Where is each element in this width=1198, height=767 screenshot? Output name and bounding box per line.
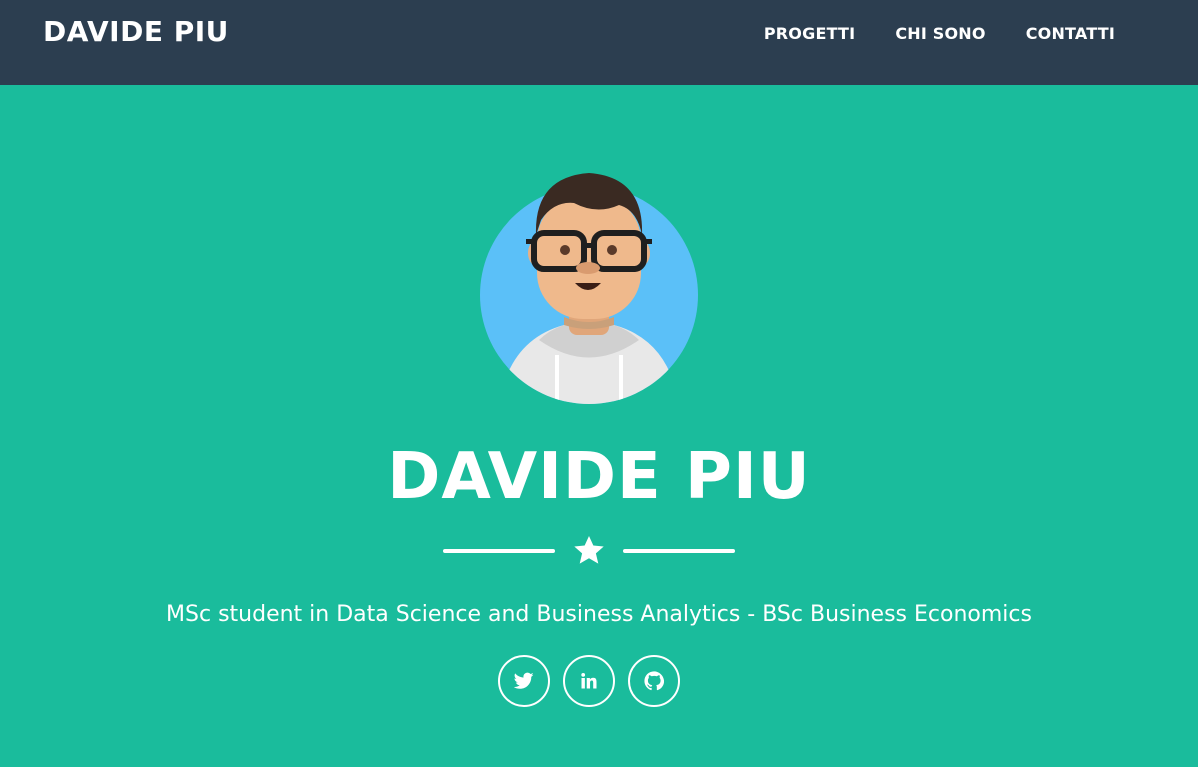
star-icon xyxy=(574,536,604,564)
nav-links: PROGETTI CHI SONO CONTATTI xyxy=(764,24,1115,43)
linkedin-icon xyxy=(581,672,597,689)
social-links xyxy=(498,655,680,707)
divider xyxy=(443,533,735,569)
nav-link-contatti[interactable]: CONTATTI xyxy=(1026,24,1115,43)
github-button[interactable] xyxy=(628,655,680,707)
navbar: DAVIDE PIU PROGETTI CHI SONO CONTATTI xyxy=(0,0,1198,85)
hero-title: DAVIDE PIU xyxy=(387,440,811,514)
avatar xyxy=(479,165,699,405)
twitter-icon xyxy=(514,672,534,689)
hero-subtitle: MSc student in Data Science and Business… xyxy=(166,602,1032,627)
nav-link-chi-sono[interactable]: CHI SONO xyxy=(895,24,985,43)
nav-link-progetti[interactable]: PROGETTI xyxy=(764,24,855,43)
linkedin-button[interactable] xyxy=(563,655,615,707)
github-icon xyxy=(644,671,664,691)
twitter-button[interactable] xyxy=(498,655,550,707)
divider-line-left xyxy=(443,549,555,553)
avatar-illustration xyxy=(480,173,698,404)
brand-link[interactable]: DAVIDE PIU xyxy=(43,15,229,48)
divider-line-right xyxy=(623,549,735,553)
